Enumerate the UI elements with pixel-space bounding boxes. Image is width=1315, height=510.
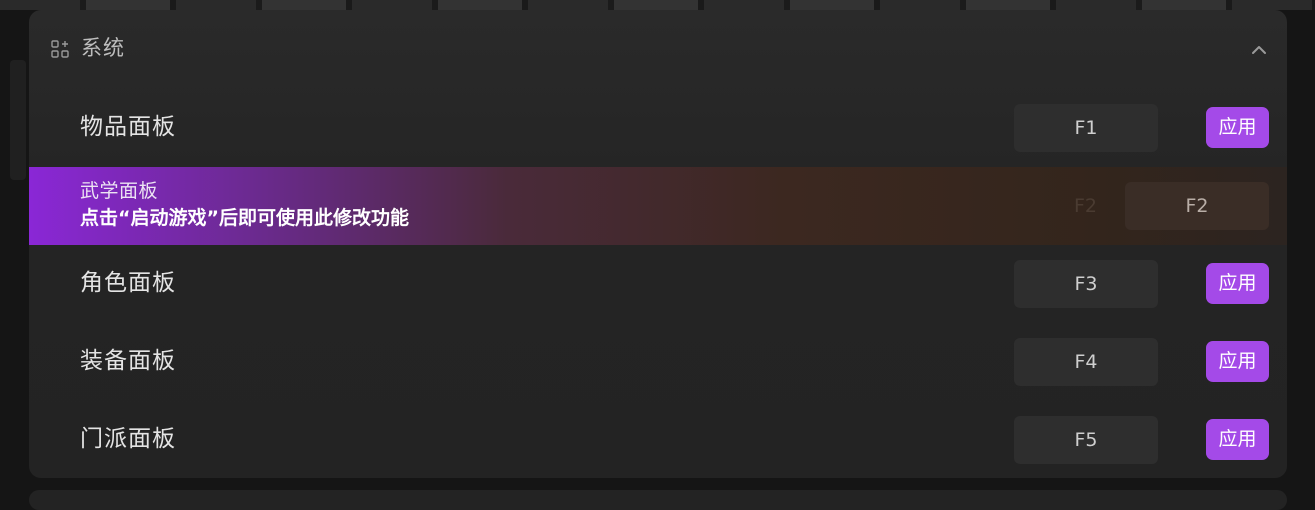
setting-row-martial-panel: 武学面板 点击“启动游戏”后即可使用此修改功能 F2 F2 [29,167,1287,245]
row-label: 武学面板 [80,180,159,202]
disabled-notice: 点击“启动游戏”后即可使用此修改功能 [80,207,409,229]
row-label: 角色面板 [80,270,176,296]
apply-button[interactable]: 应用 [1206,263,1269,304]
setting-row-character-panel: 角色面板 F3 应用 [29,244,1287,322]
hotkey-field: F2 [1125,182,1269,230]
ghost-hotkey-text: F2 [1074,195,1098,217]
setting-row-sect-panel: 门派面板 F5 应用 [29,400,1287,478]
setting-row-items-panel: 物品面板 F1 应用 [29,88,1287,166]
section-header[interactable]: 系统 [29,10,1287,88]
system-settings-panel: 系统 物品面板 F1 应用 武学面板 点击“启动游戏”后即可使用此修改功能 F2… [29,10,1287,478]
row-label: 装备面板 [80,348,176,374]
section-title: 系统 [81,36,125,60]
setting-row-equipment-panel: 装备面板 F4 应用 [29,322,1287,400]
next-panel-edge [29,490,1287,510]
hotkey-field[interactable]: F4 [1014,338,1158,386]
row-label: 物品面板 [80,114,176,140]
apply-button[interactable]: 应用 [1206,107,1269,148]
grid-plus-icon [51,40,69,58]
background-thumbnails [0,0,1315,10]
hotkey-field[interactable]: F1 [1014,104,1158,152]
hotkey-field[interactable]: F3 [1014,260,1158,308]
chevron-up-icon[interactable] [1249,40,1269,60]
apply-button[interactable]: 应用 [1206,341,1269,382]
background-edge [10,60,26,180]
hotkey-field[interactable]: F5 [1014,416,1158,464]
apply-button[interactable]: 应用 [1206,419,1269,460]
row-label: 门派面板 [80,426,176,452]
